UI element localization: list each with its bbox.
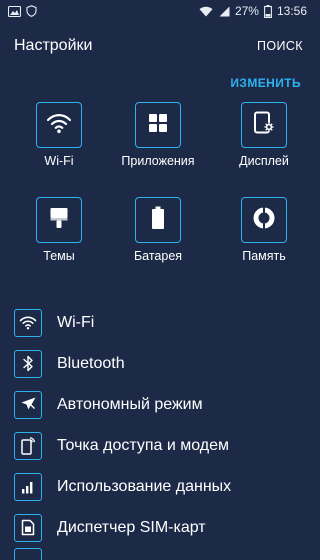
list-item-label: Wi-Fi (57, 313, 95, 331)
battery-status-icon (264, 4, 272, 18)
sim-card-icon (14, 513, 42, 542)
memory-icon (252, 206, 276, 235)
quick-tile-apps[interactable]: Приложения (108, 102, 208, 172)
quick-settings-grid: Wi-Fi Приложения Дисплей Темы Батарея Па… (0, 102, 315, 272)
page-title: Настройки (14, 37, 93, 54)
quick-tile-display[interactable]: Дисплей (214, 102, 314, 172)
battery-percent: 27% (234, 4, 259, 18)
quick-tile-themes-box (36, 197, 82, 243)
edit-button[interactable]: ИЗМЕНИТЬ (230, 76, 301, 90)
list-item-label: Автономный режим (57, 395, 203, 413)
themes-brush-icon (49, 207, 69, 234)
list-item-label: Точка доступа и модем (57, 436, 230, 454)
quick-tile-memory-box (241, 197, 287, 243)
quick-tile-themes[interactable]: Темы (9, 197, 109, 267)
list-item-wifi[interactable]: Wi-Fi (0, 302, 315, 343)
quick-tile-wifi-box (36, 102, 82, 148)
settings-list: Wi-Fi Bluetooth Автономный режим Точка д… (0, 302, 315, 560)
quick-tile-label: Темы (43, 249, 75, 263)
battery-icon (151, 206, 165, 235)
quick-tile-wifi[interactable]: Wi-Fi (9, 102, 109, 172)
wifi-signal-icon (199, 6, 213, 17)
quick-tile-label: Wi-Fi (44, 154, 74, 168)
bluetooth-icon (14, 349, 42, 378)
quick-tile-apps-box (135, 102, 181, 148)
status-left (8, 5, 37, 17)
clock: 13:56 (276, 4, 307, 18)
airplane-icon (14, 390, 42, 419)
gallery-notification-icon (8, 5, 21, 17)
list-item-data-usage[interactable]: Использование данных (0, 466, 315, 507)
quick-tile-label: Память (242, 249, 286, 263)
hotspot-icon (14, 431, 42, 460)
quick-tile-label: Батарея (133, 249, 183, 263)
quick-tile-battery-box (135, 197, 181, 243)
shield-icon (26, 5, 37, 17)
quick-tile-memory[interactable]: Память (214, 197, 314, 267)
display-icon (253, 111, 275, 140)
list-item-label: Диспетчер SIM-карт (57, 518, 206, 536)
status-right: 27% 13:56 (199, 4, 307, 18)
cellular-signal-icon (218, 6, 230, 17)
search-button[interactable]: ПОИСК (257, 39, 303, 53)
list-item-airplane-mode[interactable]: Автономный режим (0, 384, 315, 425)
apps-grid-icon (148, 113, 168, 138)
wifi-icon (46, 112, 72, 139)
list-item-bluetooth[interactable]: Bluetooth (0, 343, 315, 384)
list-item-partial[interactable] (0, 548, 315, 560)
data-usage-icon (14, 472, 42, 501)
quick-tile-label: Приложения (121, 154, 195, 168)
list-item-label: Использование данных (57, 477, 232, 495)
status-bar: 27% 13:56 (0, 0, 315, 22)
quick-tile-display-box (241, 102, 287, 148)
list-item-label: Bluetooth (57, 354, 125, 372)
wifi-icon (14, 308, 42, 337)
quick-tile-label: Дисплей (239, 154, 289, 168)
partial-item-icon (14, 548, 42, 560)
list-item-hotspot[interactable]: Точка доступа и модем (0, 425, 315, 466)
list-item-sim-manager[interactable]: Диспетчер SIM-карт (0, 507, 315, 548)
header: Настройки ПОИСК (0, 30, 315, 62)
quick-tile-battery[interactable]: Батарея (108, 197, 208, 267)
